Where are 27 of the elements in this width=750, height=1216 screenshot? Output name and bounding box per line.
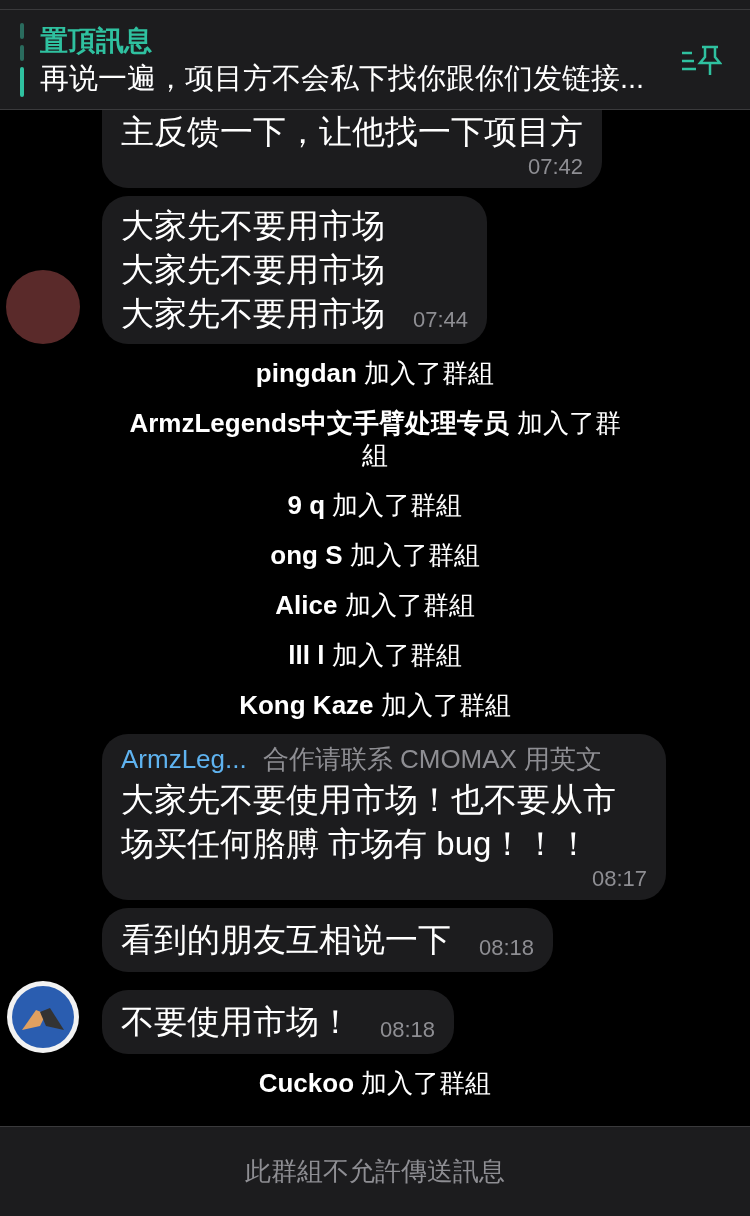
message-text: 大家先不要用市场	[121, 206, 385, 246]
footer-notice: 此群組不允許傳送訊息	[245, 1155, 505, 1188]
message-text: 大家先不要使用市场！也不要从市场买任何胳膊 市场有 bug！！！	[121, 780, 617, 864]
message-text: 看到的朋友互相说一下	[121, 920, 451, 960]
pinned-title: 置頂訊息	[40, 23, 153, 58]
pin-indicator-icon	[20, 22, 24, 97]
message-text: 主反馈一下，让他找一下项目方	[121, 112, 583, 152]
service-message: Alice 加入了群組	[275, 589, 475, 621]
message-time: 08:17	[591, 866, 647, 892]
message-time: 08:18	[380, 1016, 436, 1044]
pinned-message-bar[interactable]: 置頂訊息 再说一遍，项目方不会私下找你跟你们发链接...	[0, 10, 750, 110]
message-time: 07:44	[413, 306, 469, 334]
message-time: 07:42	[527, 154, 583, 180]
message-text: 不要使用市场！	[121, 1002, 352, 1042]
sender-title: 合作请联系 CMOMAX 用英文	[262, 743, 603, 776]
pinned-text: 再说一遍，项目方不会私下找你跟你们发链接...	[40, 60, 646, 96]
sender-name[interactable]: ArmzLeg...	[121, 742, 247, 776]
service-message: lll l 加入了群組	[288, 639, 462, 671]
message-time: 08:18	[479, 934, 535, 962]
service-message: pingdan 加入了群組	[255, 357, 495, 389]
service-message: Kong Kaze 加入了群組	[239, 689, 511, 721]
message-text: 大家先不要用市场	[121, 294, 385, 334]
service-message: 9 q 加入了群組	[287, 489, 463, 521]
service-message: Cuckoo 加入了群組	[258, 1067, 492, 1099]
message-text: 大家先不要用市场	[121, 250, 385, 290]
service-message: ArmzLegends中文手臂处理专员 加入了群組	[128, 407, 622, 471]
service-message: ong S 加入了群組	[270, 539, 480, 571]
